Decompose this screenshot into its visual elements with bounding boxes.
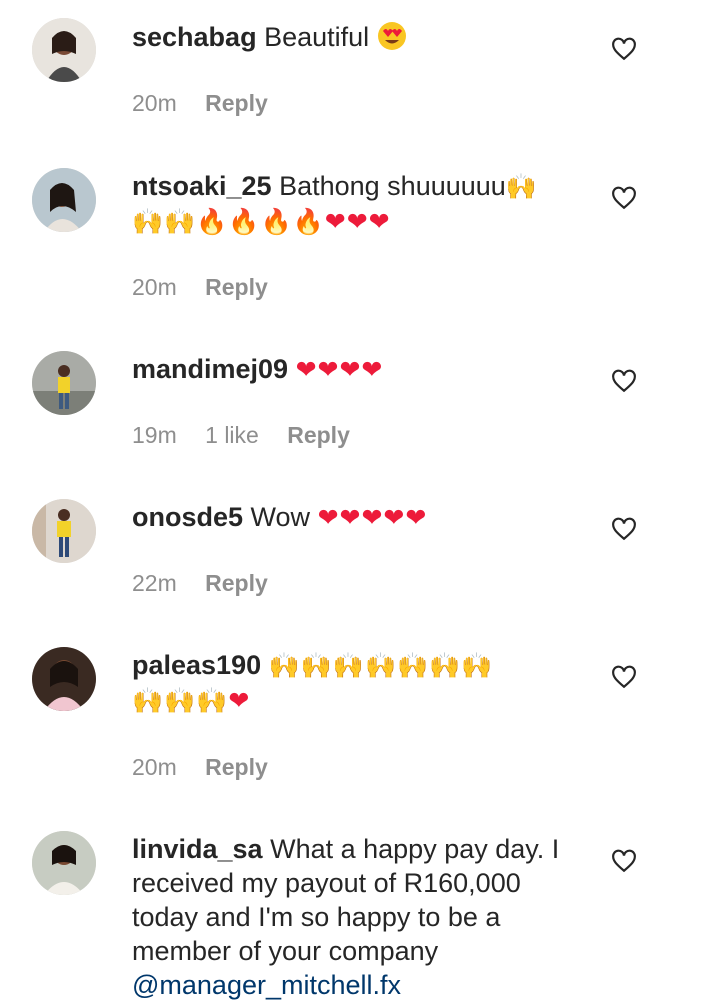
- raising-hands-emoji: 🙌: [505, 172, 538, 201]
- comment-text: Bathong shuuuuuu: [279, 171, 506, 201]
- comment-meta: 22m Reply: [132, 570, 290, 597]
- heart-outline-icon[interactable]: [611, 517, 637, 541]
- comment-mention-link[interactable]: @manager_mitchell.fx: [132, 970, 401, 1000]
- comment-text: What a happy pay day. I: [270, 834, 560, 864]
- reply-button[interactable]: Reply: [205, 274, 268, 300]
- comment-time: 20m: [132, 274, 177, 300]
- heart-outline-icon[interactable]: [611, 665, 637, 689]
- heart-outline-icon[interactable]: [611, 186, 637, 210]
- comment-username[interactable]: linvida_sa: [132, 834, 263, 864]
- comment-username[interactable]: sechabag: [132, 22, 257, 52]
- reply-button[interactable]: Reply: [205, 754, 268, 780]
- avatar[interactable]: [32, 831, 96, 895]
- comment-time: 20m: [132, 90, 177, 116]
- avatar[interactable]: [32, 168, 96, 232]
- reply-button[interactable]: Reply: [205, 570, 268, 596]
- comment-text: today and I'm so happy to be a: [132, 902, 501, 932]
- comment-username[interactable]: mandimej09: [132, 354, 288, 384]
- raising-hands-emoji: 🙌🙌🙌🙌🙌🙌🙌: [268, 651, 494, 680]
- comment-text: member of your company: [132, 936, 439, 966]
- fire-emoji: 🔥🔥🔥🔥: [196, 207, 325, 236]
- comment-username[interactable]: paleas190: [132, 650, 261, 680]
- comment-meta: 20m Reply: [132, 274, 290, 301]
- heart-outline-icon[interactable]: [611, 369, 637, 393]
- raising-hands-emoji: 🙌🙌: [132, 207, 197, 236]
- heart-outline-icon[interactable]: [611, 849, 637, 873]
- reply-button[interactable]: Reply: [287, 422, 350, 448]
- heart-eyes-emoji-icon: [377, 22, 406, 50]
- avatar[interactable]: [32, 18, 96, 82]
- raising-hands-emoji: 🙌🙌🙌: [132, 686, 229, 715]
- heart-emoji: ❤❤❤❤: [295, 355, 384, 384]
- comment-likes[interactable]: 1 like: [205, 422, 259, 448]
- heart-emoji: ❤❤❤❤❤: [317, 503, 428, 532]
- avatar[interactable]: [32, 351, 96, 415]
- comment-username[interactable]: onosde5: [132, 502, 243, 532]
- comment-meta: 19m 1 like Reply: [132, 422, 372, 449]
- avatar[interactable]: [32, 647, 96, 711]
- comment-meta: 20m Reply: [132, 90, 290, 117]
- avatar[interactable]: [32, 499, 96, 563]
- comment-time: 20m: [132, 754, 177, 780]
- comment-text: Wow: [250, 502, 311, 532]
- reply-button[interactable]: Reply: [205, 90, 268, 116]
- comment-time: 22m: [132, 570, 177, 596]
- heart-emoji: ❤: [228, 686, 251, 715]
- comment-username[interactable]: ntsoaki_25: [132, 171, 272, 201]
- heart-outline-icon[interactable]: [611, 37, 637, 61]
- comment-text: Beautiful: [264, 22, 370, 52]
- comment-text: received my payout of R160,000: [132, 868, 521, 898]
- comment-time: 19m: [132, 422, 177, 448]
- comment-meta: 20m Reply: [132, 754, 290, 781]
- heart-emoji: ❤❤❤: [324, 207, 391, 236]
